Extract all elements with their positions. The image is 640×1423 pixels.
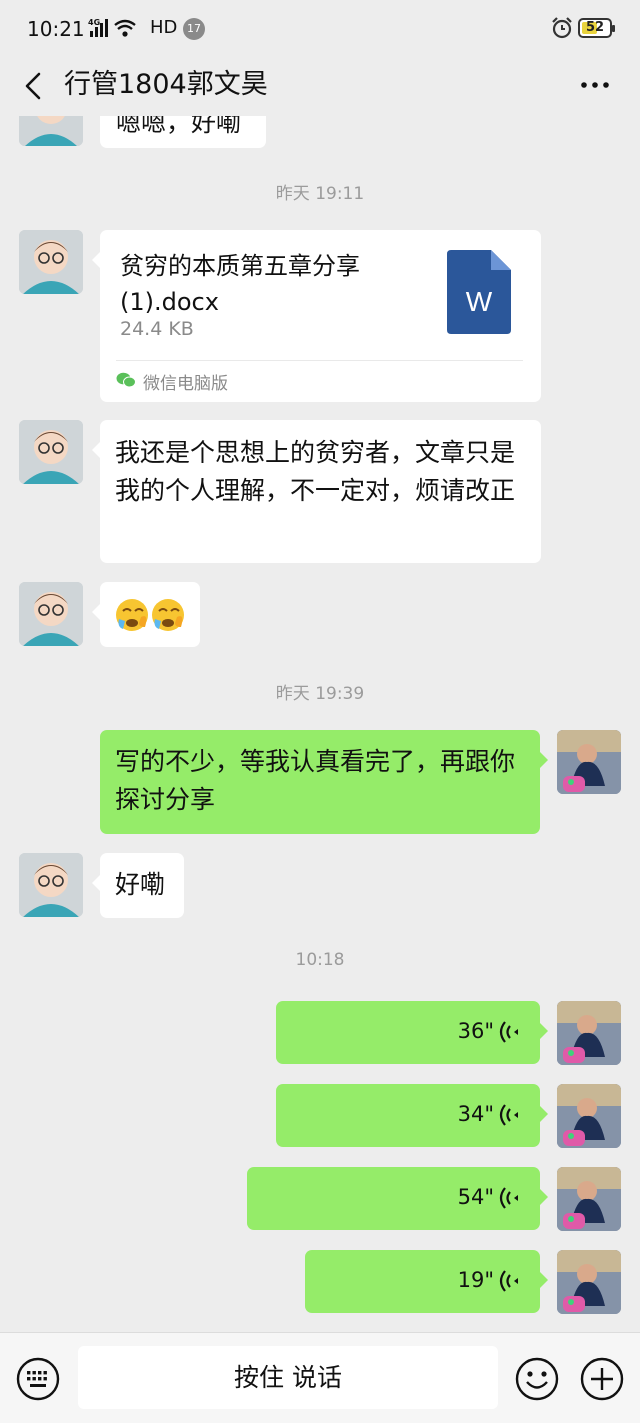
alarm-icon	[552, 17, 572, 39]
self-avatar[interactable]	[557, 1167, 621, 1231]
emoji-message[interactable]	[92, 582, 200, 647]
status-time: 10:21	[27, 17, 85, 41]
voice-duration: 34"	[457, 1102, 494, 1126]
file-name: 贫穷的本质第五章分享(1).docx	[120, 252, 360, 316]
contact-avatar[interactable]	[19, 420, 83, 484]
contact-avatar[interactable]	[19, 582, 83, 646]
hd-indicator: HD	[150, 17, 178, 38]
message-text: 写的不少，等我认真看完了，再跟你探讨分享	[115, 747, 516, 814]
hold-to-talk-button[interactable]: 按住 说话	[78, 1346, 498, 1409]
emoji-icon[interactable]	[515, 1357, 559, 1401]
chat-header: 行管1804郭文昊	[0, 56, 640, 116]
word-document-icon: W	[447, 250, 511, 334]
self-avatar[interactable]	[557, 1250, 621, 1314]
file-source: 微信电脑版	[143, 374, 228, 394]
network-type: 4G	[88, 18, 100, 27]
plus-icon[interactable]	[580, 1357, 624, 1401]
voice-message[interactable]: 34"	[276, 1084, 548, 1147]
notification-badge: 17	[183, 18, 205, 40]
voice-message[interactable]: 54"	[247, 1167, 548, 1230]
voice-message[interactable]: 19"	[305, 1250, 548, 1313]
message-bubble[interactable]: 我还是个思想上的贫穷者，文章只是我的个人理解，不一定对，烦请改正	[92, 420, 541, 563]
timestamp: 10:18	[295, 950, 345, 970]
back-arrow-icon[interactable]	[20, 68, 50, 104]
message-bubble[interactable]: 好嘞	[92, 853, 184, 918]
timestamp: 昨天 19:39	[275, 684, 365, 704]
status-bar: 10:21 4G HD 17 52	[0, 0, 640, 56]
message-text: 好嘞	[115, 870, 166, 899]
file-size: 24.4 KB	[120, 318, 194, 340]
voice-wave-icon	[499, 1104, 518, 1126]
input-bar: 按住 说话	[0, 1332, 640, 1423]
voice-wave-icon	[499, 1187, 518, 1209]
voice-message[interactable]: 36"	[276, 1001, 548, 1064]
voice-duration: 19"	[457, 1268, 494, 1292]
message-bubble[interactable]: 嗯嗯，好嘞	[100, 116, 266, 148]
self-avatar[interactable]	[557, 730, 621, 794]
self-avatar[interactable]	[557, 1084, 621, 1148]
divider	[116, 360, 523, 361]
signal-icon: 4G	[88, 18, 136, 37]
voice-duration: 36"	[457, 1019, 494, 1043]
wechat-icon	[116, 372, 136, 388]
message-text: 我还是个思想上的贫穷者，文章只是我的个人理解，不一定对，烦请改正	[115, 438, 516, 505]
message-text: 嗯嗯，好嘞	[116, 116, 242, 137]
chat-area[interactable]: 嗯嗯，好嘞 昨天 19:11 贫穷的本质第五章分享(1).docx 24.4 K…	[0, 116, 640, 1332]
contact-avatar[interactable]	[19, 116, 83, 146]
contact-avatar[interactable]	[19, 853, 83, 917]
facepalm-emoji-icon	[116, 599, 184, 631]
battery-icon: 52	[578, 18, 615, 38]
more-options-icon[interactable]	[575, 70, 615, 100]
message-bubble-self[interactable]: 写的不少，等我认真看完了，再跟你探讨分享	[100, 730, 548, 834]
battery-level: 52	[585, 20, 605, 35]
self-avatar[interactable]	[557, 1001, 621, 1065]
timestamp: 昨天 19:11	[275, 184, 365, 204]
voice-wave-icon	[499, 1021, 518, 1043]
file-message[interactable]: 贫穷的本质第五章分享(1).docx 24.4 KB W 微信电脑版	[92, 230, 541, 402]
keyboard-icon[interactable]	[16, 1357, 60, 1401]
voice-duration: 54"	[457, 1185, 494, 1209]
contact-avatar[interactable]	[19, 230, 83, 294]
word-icon-letter: W	[466, 286, 493, 317]
voice-wave-icon	[499, 1270, 518, 1292]
chat-title: 行管1804郭文昊	[64, 69, 268, 100]
